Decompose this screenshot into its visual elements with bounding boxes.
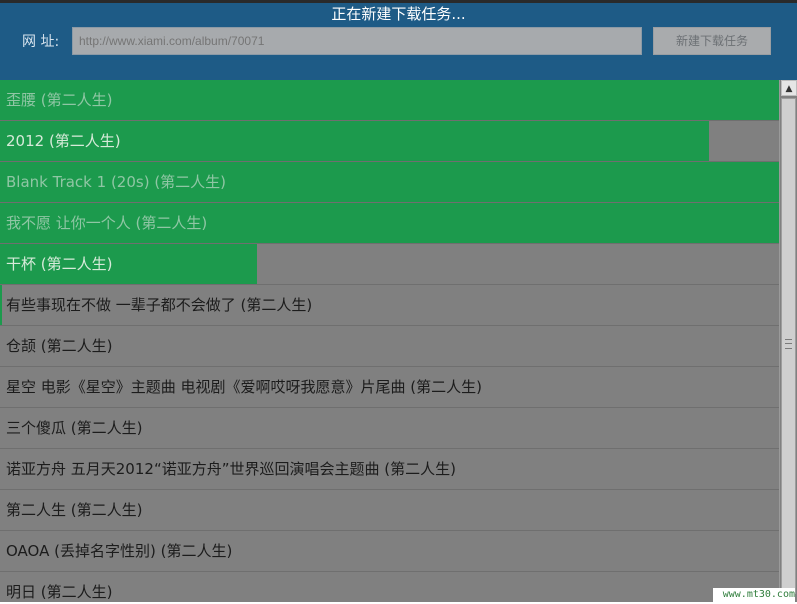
track-row[interactable]: 第二人生 (第二人生) — [0, 490, 779, 531]
site-watermark: www.mt30.com — [713, 588, 795, 602]
dialog-title: 正在新建下载任务... — [331, 5, 466, 23]
track-row[interactable]: 2012 (第二人生) — [0, 121, 779, 162]
track-row[interactable]: 星空 电影《星空》主题曲 电视剧《爱啊哎呀我愿意》片尾曲 (第二人生) — [0, 367, 779, 408]
track-row[interactable]: 仓颉 (第二人生) — [0, 326, 779, 367]
track-title: 2012 (第二人生) — [6, 132, 121, 150]
track-row[interactable]: 三个傻瓜 (第二人生) — [0, 408, 779, 449]
new-task-dialog: 正在新建下载任务... 网 址: 新建下载任务 — [0, 0, 797, 80]
track-title: 三个傻瓜 (第二人生) — [6, 419, 143, 437]
track-row[interactable]: 明日 (第二人生) — [0, 572, 779, 602]
grip-icon — [785, 339, 792, 349]
track-title: 我不愿 让你一个人 (第二人生) — [6, 214, 208, 232]
track-title: 有些事现在不做 一辈子都不会做了 (第二人生) — [6, 296, 313, 314]
create-download-task-button[interactable]: 新建下载任务 — [653, 27, 771, 55]
scroll-thumb[interactable] — [781, 98, 796, 594]
track-row[interactable]: 我不愿 让你一个人 (第二人生) — [0, 203, 779, 244]
track-row[interactable]: OAOA (丢掉名字性别) (第二人生) — [0, 531, 779, 572]
track-title: Blank Track 1 (20s) (第二人生) — [6, 173, 227, 191]
track-list: 歪腰 (第二人生) 2012 (第二人生) Blank Track 1 (20s) … — [0, 80, 779, 602]
top-strip — [0, 0, 797, 3]
scroll-up-arrow-icon[interactable]: ▲ — [781, 80, 797, 96]
track-row[interactable]: Blank Track 1 (20s) (第二人生) — [0, 162, 779, 203]
track-progress-bar — [0, 80, 779, 120]
url-input[interactable] — [72, 27, 642, 55]
track-title: OAOA (丢掉名字性别) (第二人生) — [6, 542, 233, 560]
track-row[interactable]: 诺亚方舟 五月天2012“诺亚方舟”世界巡回演唱会主题曲 (第二人生) — [0, 449, 779, 490]
track-title: 诺亚方舟 五月天2012“诺亚方舟”世界巡回演唱会主题曲 (第二人生) — [6, 460, 456, 478]
track-row[interactable]: 有些事现在不做 一辈子都不会做了 (第二人生) — [0, 285, 779, 326]
track-title: 干杯 (第二人生) — [6, 255, 113, 273]
list-scrollbar[interactable]: ▲ — [779, 80, 797, 602]
track-title: 明日 (第二人生) — [6, 583, 113, 601]
url-label: 网 址: — [22, 34, 60, 50]
track-title: 第二人生 (第二人生) — [6, 501, 143, 519]
track-row[interactable]: 歪腰 (第二人生) — [0, 80, 779, 121]
track-title: 歪腰 (第二人生) — [6, 91, 113, 109]
track-row[interactable]: 干杯 (第二人生) — [0, 244, 779, 285]
track-title: 仓颉 (第二人生) — [6, 337, 113, 355]
track-progress-bar — [0, 285, 3, 325]
track-title: 星空 电影《星空》主题曲 电视剧《爱啊哎呀我愿意》片尾曲 (第二人生) — [6, 378, 483, 396]
